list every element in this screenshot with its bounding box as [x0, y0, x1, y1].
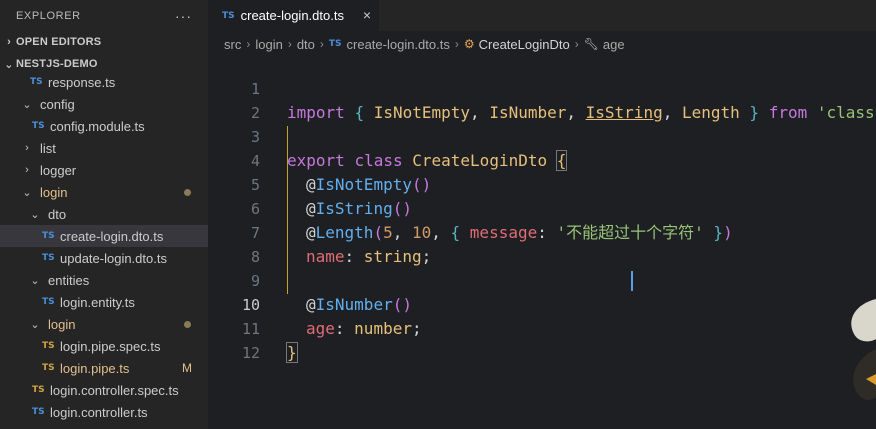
tree-item-label: create-login.dto.ts [60, 228, 164, 244]
tree-item-config-folder[interactable]: ⌄ config [0, 93, 208, 115]
section-open-editors-label: OPEN EDITORS [16, 36, 102, 48]
tree-item-login-controller-ts[interactable]: TS login.controller.ts [0, 401, 208, 423]
typescript-file-icon: TS [222, 10, 235, 21]
typescript-file-icon: TS [30, 77, 43, 87]
explorer-title: EXPLORER [16, 9, 81, 22]
tree-item-login-entity-ts[interactable]: TS login.entity.ts [0, 291, 208, 313]
explorer-header: EXPLORER ··· [0, 0, 208, 31]
tree-item-login-controller-spec-ts[interactable]: TS login.controller.spec.ts [0, 379, 208, 401]
breadcrumb-item[interactable]: dto [297, 37, 315, 52]
tree-item-label: config [40, 96, 75, 112]
explorer-sidebar: EXPLORER ··· › OPEN EDITORS ⌄ NESTJS-DEM… [0, 0, 208, 429]
indent-guide [287, 126, 288, 294]
code-line: 6 @Length(5, 10, { message: '不能超过十个字符' }… [208, 173, 876, 242]
chevron-right-icon: › [25, 142, 29, 154]
wrench-property-icon: 🔧︎ [583, 37, 599, 51]
code-line: 1 import { IsNotEmpty, IsNumber, IsStrin… [208, 53, 876, 122]
line-number: 12 [241, 344, 260, 362]
section-project-label: NESTJS-DEMO [16, 58, 98, 70]
tab-bar: TS create-login.dto.ts × [208, 0, 876, 31]
text-cursor [631, 271, 633, 291]
chevron-right-icon: › [287, 37, 292, 51]
tab-label: create-login.dto.ts [240, 8, 344, 23]
tree-item-label: update-login.dto.ts [60, 250, 167, 266]
close-icon[interactable]: × [363, 7, 371, 23]
tree-item-label: login [48, 316, 76, 332]
background-decoration [851, 299, 876, 400]
code-text: } [286, 342, 298, 363]
tree-item-label: login [40, 184, 68, 200]
ellipsis-icon[interactable]: ··· [175, 9, 192, 23]
chevron-down-icon: ⌄ [22, 98, 32, 111]
typescript-file-icon: TS [42, 297, 55, 307]
chevron-right-icon: › [574, 37, 579, 51]
tree-item-label: response.ts [48, 74, 116, 90]
tree-item-label: logger [40, 162, 77, 178]
chevron-down-icon: ⌄ [30, 274, 40, 287]
tree-item-dto-folder[interactable]: ⌄ dto [0, 203, 208, 225]
chevron-down-icon: ⌄ [30, 208, 40, 221]
git-modified-badge: M [182, 361, 192, 375]
code-line: 8 [208, 221, 876, 266]
chevron-right-icon: › [454, 37, 459, 51]
tab-create-login-dto[interactable]: TS create-login.dto.ts × [208, 0, 379, 31]
breadcrumb-member[interactable]: age [603, 37, 625, 52]
code-line: 11 } [208, 293, 876, 363]
typescript-test-file-icon: TS [32, 385, 45, 395]
chevron-right-icon: › [319, 37, 324, 51]
code-line-active: 10 age: number; [208, 269, 876, 338]
tree-item-login-pipe-spec-ts[interactable]: TS login.pipe.spec.ts [0, 335, 208, 357]
tree-item-login-subfolder[interactable]: ⌄ login [0, 313, 208, 335]
code-line: 4 @IsNotEmpty() [208, 125, 876, 194]
tree-item-login-folder[interactable]: ⌄ login [0, 181, 208, 203]
tree-item-response-ts[interactable]: TS response.ts [0, 71, 208, 93]
typescript-file-icon: TS [42, 253, 55, 263]
modified-dot-icon [184, 189, 191, 196]
typescript-file-icon: TS [42, 363, 55, 373]
file-tree: TS response.ts ⌄ config TS config.module… [0, 71, 208, 423]
typescript-test-file-icon: TS [42, 341, 55, 351]
editor-area: TS create-login.dto.ts × src › login › d… [208, 0, 876, 429]
tree-item-label: entities [48, 272, 90, 288]
tree-item-create-login-dto-ts[interactable]: TS create-login.dto.ts [0, 225, 208, 247]
tree-item-update-login-dto-ts[interactable]: TS update-login.dto.ts [0, 247, 208, 269]
tree-item-logger-folder[interactable]: › logger [0, 159, 208, 181]
tree-item-label: login.controller.spec.ts [50, 382, 179, 398]
breadcrumb-class[interactable]: CreateLoginDto [479, 37, 570, 52]
code-line: 12 [208, 317, 876, 362]
tree-item-config-module-ts[interactable]: TS config.module.ts [0, 115, 208, 137]
tree-item-list-folder[interactable]: › list [0, 137, 208, 159]
code-line: 7 name: string; [208, 197, 876, 266]
tree-item-label: list [40, 140, 56, 156]
typescript-file-icon: TS [42, 231, 55, 241]
section-open-editors[interactable]: › OPEN EDITORS [0, 31, 208, 53]
tree-item-login-pipe-ts[interactable]: TS login.pipe.ts M [0, 357, 208, 379]
chevron-down-icon: ⌄ [4, 58, 14, 71]
typescript-file-icon: TS [328, 39, 342, 49]
tree-item-label: login.pipe.spec.ts [60, 338, 161, 354]
code-line: 2 [208, 77, 876, 122]
breadcrumb-item[interactable]: login [255, 37, 282, 52]
tree-item-label: config.module.ts [50, 118, 145, 134]
breadcrumb-file[interactable]: create-login.dto.ts [347, 37, 450, 52]
tree-item-label: login.pipe.ts [60, 360, 130, 376]
chevron-down-icon: ⌄ [30, 318, 40, 331]
modified-dot-icon [184, 321, 191, 328]
typescript-file-icon: TS [32, 407, 45, 417]
chevron-right-icon: › [25, 164, 29, 176]
breadcrumb-item[interactable]: src [224, 37, 241, 52]
typescript-file-icon: TS [32, 121, 45, 131]
tree-item-label: login.controller.ts [50, 404, 148, 420]
code-line: 3 export class CreateLoginDto { [208, 101, 876, 171]
chevron-right-icon: › [7, 36, 11, 48]
tree-item-entities-folder[interactable]: ⌄ entities [0, 269, 208, 291]
tree-item-label: login.entity.ts [60, 294, 135, 310]
code-editor[interactable]: 1 import { IsNotEmpty, IsNumber, IsStrin… [208, 53, 876, 363]
class-symbol-icon: ⚙ [463, 37, 475, 51]
code-line: 9 @IsNumber() [208, 245, 876, 314]
tree-item-label: dto [48, 206, 67, 222]
chevron-down-icon: ⌄ [22, 186, 32, 199]
chevron-right-icon: › [246, 37, 251, 51]
code-line: 5 @IsString() [208, 149, 876, 218]
